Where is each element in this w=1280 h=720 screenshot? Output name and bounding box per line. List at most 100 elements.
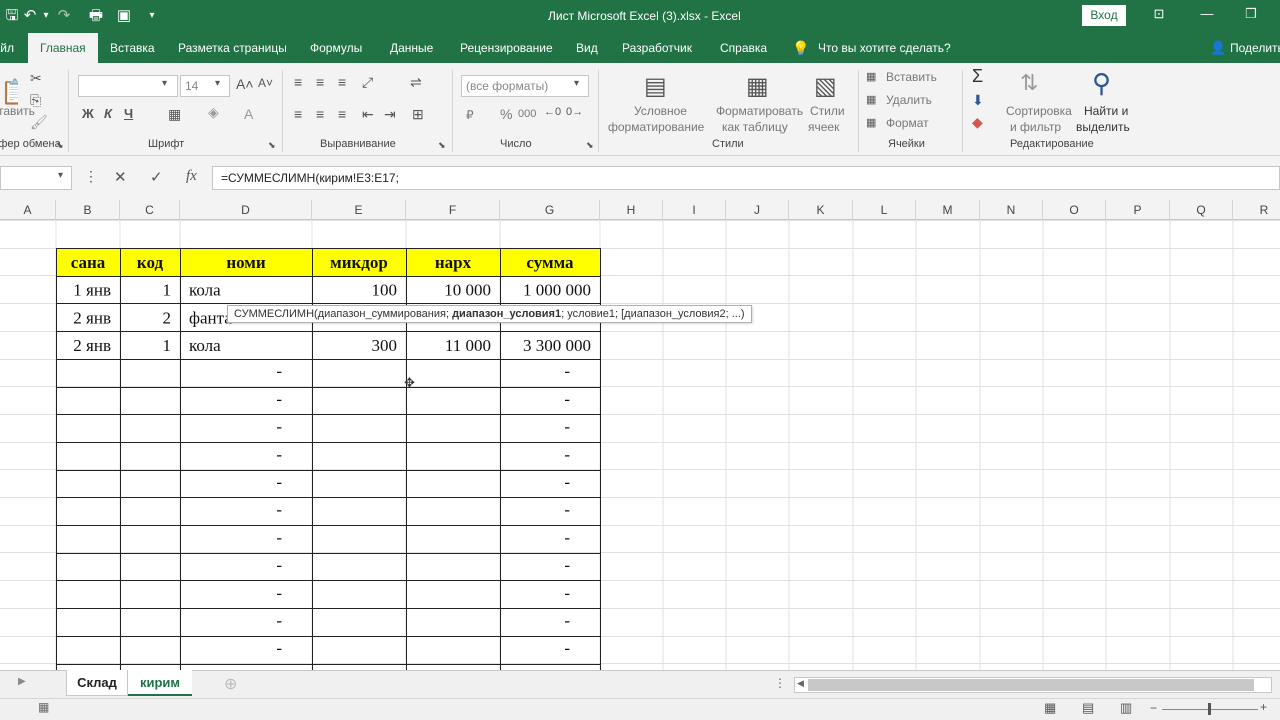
chevron-down-icon[interactable]: ▾: [574, 78, 579, 89]
delete-cells-icon[interactable]: ▦: [866, 93, 876, 106]
redo-icon[interactable]: ↷: [52, 6, 76, 26]
customize-toolbar-icon[interactable]: ▾: [140, 6, 164, 26]
number-launcher-icon[interactable]: ⬊: [586, 140, 594, 151]
formula-input[interactable]: =СУММЕСЛИМН(кирим!E3:E17;: [212, 166, 1280, 190]
currency-button[interactable]: ₽: [466, 108, 474, 122]
tab-formulas[interactable]: Формулы: [310, 33, 362, 63]
camera-icon[interactable]: ▣: [112, 6, 136, 26]
normal-view-icon[interactable]: ▦: [1044, 700, 1056, 716]
font-color-icon[interactable]: A: [244, 106, 253, 122]
tab-insert[interactable]: Вставка: [110, 33, 155, 63]
column-header[interactable]: L: [853, 200, 916, 220]
column-header[interactable]: B: [56, 200, 120, 220]
column-header[interactable]: F: [406, 200, 500, 220]
tab-developer[interactable]: Разработчик: [622, 33, 692, 63]
tab-view[interactable]: Вид: [576, 33, 598, 63]
scroll-tabs-icon[interactable]: ▶: [18, 676, 26, 687]
signin-button[interactable]: Вход: [1082, 5, 1126, 26]
number-format-box[interactable]: (все форматы): [461, 75, 589, 97]
tooltip-suffix[interactable]: ; условие1; [диапазон_условия2; ...): [561, 308, 744, 320]
sort-label-1[interactable]: Сортировка: [1006, 104, 1072, 118]
tab-review[interactable]: Рецензирование: [460, 33, 553, 63]
increase-decimal-icon[interactable]: ←0: [544, 106, 561, 118]
column-header[interactable]: K: [789, 200, 853, 220]
clear-icon[interactable]: ◆: [972, 114, 983, 131]
worksheet-grid[interactable]: сана код номи микдор нарх сумма 1 янв 1 кола 100 1…: [0, 220, 1280, 670]
chevron-down-icon[interactable]: ▾: [162, 78, 167, 89]
column-header[interactable]: M: [916, 200, 980, 220]
column-header[interactable]: R: [1233, 200, 1280, 220]
column-header[interactable]: J: [726, 200, 789, 220]
share-button[interactable]: Поделиться: [1230, 33, 1280, 63]
tab-home[interactable]: Главная: [28, 33, 98, 63]
bold-button[interactable]: Ж: [82, 106, 94, 121]
percent-button[interactable]: %: [500, 106, 512, 122]
tab-splitter-icon[interactable]: ⋮: [774, 676, 786, 690]
cond-format-label-2[interactable]: форматирование: [608, 120, 704, 134]
cut-icon[interactable]: ✂: [30, 70, 42, 87]
more-options-icon[interactable]: ⋮: [84, 168, 98, 185]
copy-icon[interactable]: ⎘: [30, 92, 41, 109]
page-layout-view-icon[interactable]: ▤: [1082, 700, 1094, 716]
column-header[interactable]: G: [500, 200, 600, 220]
zoom-in-icon[interactable]: +: [1260, 700, 1267, 714]
font-size-box[interactable]: 14: [180, 75, 230, 97]
cell-styles-label-2[interactable]: ячеек: [808, 120, 839, 134]
ribbon-display-icon[interactable]: ⊡: [1144, 6, 1174, 22]
zoom-slider-thumb[interactable]: [1208, 703, 1211, 715]
find-label-2[interactable]: выделить: [1076, 120, 1130, 134]
scrollbar-thumb[interactable]: [808, 679, 1254, 691]
search-icon[interactable]: ⚲: [1092, 68, 1111, 99]
column-header[interactable]: C: [120, 200, 180, 220]
align-bottom-icon[interactable]: ≡: [338, 74, 346, 90]
align-center-icon[interactable]: ≡: [316, 106, 324, 122]
paste-icon[interactable]: 📋: [0, 78, 18, 107]
cancel-icon[interactable]: ✕: [114, 168, 127, 186]
insert-function-button[interactable]: fx: [186, 168, 197, 185]
format-cells-button[interactable]: Формат: [886, 116, 929, 130]
fill-color-icon[interactable]: ◈: [208, 104, 219, 121]
page-break-view-icon[interactable]: ▥: [1120, 700, 1132, 716]
sheet-tab-kirim[interactable]: кирим: [128, 670, 192, 696]
orientation-icon[interactable]: ⤢: [362, 74, 373, 91]
tab-data[interactable]: Данные: [390, 33, 433, 63]
column-header[interactable]: D: [180, 200, 312, 220]
tell-me-search[interactable]: Что вы хотите сделать?: [818, 33, 951, 63]
format-table-icon[interactable]: ▦: [746, 72, 769, 101]
borders-icon[interactable]: ▦: [168, 106, 181, 123]
minimize-icon[interactable]: —: [1192, 6, 1222, 21]
thousands-button[interactable]: 000: [518, 108, 536, 120]
increase-indent-icon[interactable]: ⇥: [384, 106, 396, 123]
sort-label-2[interactable]: и фильтр: [1010, 120, 1061, 134]
align-left-icon[interactable]: ≡: [294, 106, 302, 122]
align-top-icon[interactable]: ≡: [294, 74, 302, 90]
tab-help[interactable]: Справка: [720, 33, 767, 63]
clipboard-launcher-icon[interactable]: ⬊: [56, 140, 64, 151]
macro-record-icon[interactable]: ▦: [38, 700, 49, 714]
chevron-down-icon[interactable]: ▾: [58, 170, 63, 181]
decrease-decimal-icon[interactable]: 0→: [566, 106, 583, 118]
column-header[interactable]: Q: [1170, 200, 1233, 220]
decrease-indent-icon[interactable]: ⇤: [362, 106, 374, 123]
column-header[interactable]: N: [980, 200, 1043, 220]
column-header[interactable]: O: [1043, 200, 1106, 220]
conditional-format-icon[interactable]: ▤: [644, 72, 667, 101]
insert-cells-icon[interactable]: ▦: [866, 70, 876, 83]
font-launcher-icon[interactable]: ⬊: [268, 140, 276, 151]
column-header[interactable]: H: [600, 200, 663, 220]
delete-cells-button[interactable]: Удалить: [886, 93, 932, 107]
fill-icon[interactable]: ⬇: [972, 92, 984, 109]
italic-button[interactable]: К: [104, 106, 112, 121]
underline-button[interactable]: Ч: [124, 106, 133, 121]
sort-filter-icon[interactable]: ⇅: [1020, 70, 1038, 96]
column-header[interactable]: A: [0, 200, 56, 220]
decrease-font-icon[interactable]: A˅: [258, 76, 273, 90]
cond-format-label-1[interactable]: Условное: [634, 104, 687, 118]
autosum-icon[interactable]: Σ: [972, 66, 983, 87]
tooltip-prefix[interactable]: СУММЕСЛИМН(диапазон_суммирования;: [234, 308, 452, 320]
tooltip-active-arg[interactable]: диапазон_условия1: [452, 308, 561, 320]
column-header[interactable]: I: [663, 200, 726, 220]
alignment-launcher-icon[interactable]: ⬊: [438, 140, 446, 151]
add-sheet-icon[interactable]: ⊕: [224, 674, 237, 694]
scroll-left-icon[interactable]: ◀: [797, 678, 804, 689]
